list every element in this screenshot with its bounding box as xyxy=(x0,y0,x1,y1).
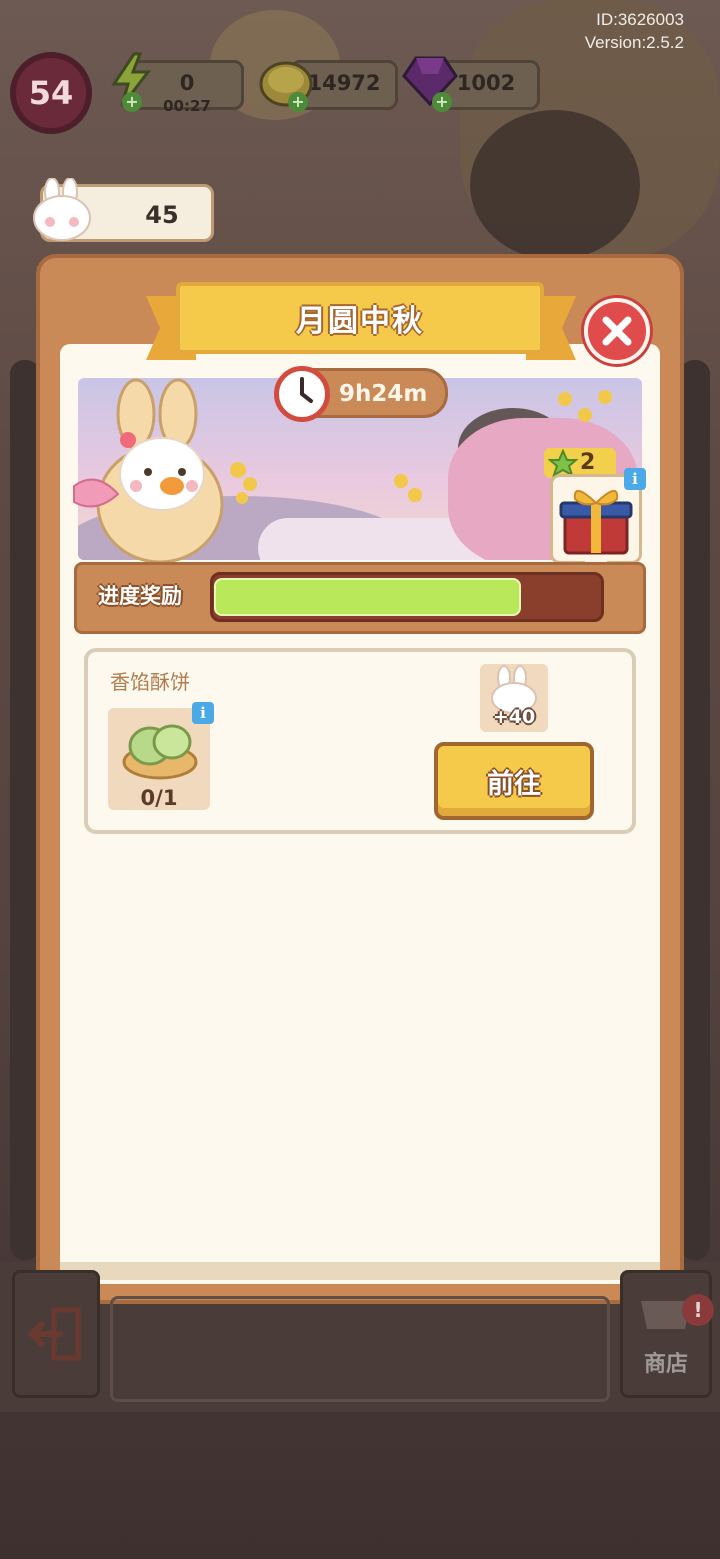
add-gems-icon[interactable]: + xyxy=(432,92,452,112)
chest-info-icon[interactable]: i xyxy=(624,468,646,490)
task-name: 香馅酥饼 xyxy=(110,670,190,694)
exit-door-icon xyxy=(27,1307,81,1361)
alert-badge: ! xyxy=(682,1294,714,1326)
shop-button[interactable] xyxy=(620,1270,712,1398)
bunny-head-icon xyxy=(30,177,96,242)
bunny-mascot-illustration xyxy=(66,374,266,566)
add-energy-icon[interactable]: + xyxy=(122,92,142,112)
task-progress: 0/1 xyxy=(140,786,178,810)
chest-star-count: 2 xyxy=(580,450,596,475)
mooncake-icon xyxy=(120,712,200,782)
clock-icon xyxy=(274,366,330,422)
event-title: 月圆中秋 xyxy=(296,304,424,339)
close-icon xyxy=(602,316,632,346)
close-button[interactable] xyxy=(584,298,650,364)
shop-label: 商店 xyxy=(643,1352,688,1377)
add-coins-icon[interactable]: + xyxy=(288,92,308,112)
version-label: Version:2.5.2 xyxy=(584,33,684,52)
level-badge[interactable]: 54 xyxy=(10,52,92,134)
progress-label: 进度奖励 xyxy=(98,584,182,608)
item-info-icon[interactable]: i xyxy=(192,702,214,724)
level-number: 54 xyxy=(28,74,74,112)
reward-amount: +40 xyxy=(492,706,536,728)
build-info: ID:3626003 Version:2.5.2 xyxy=(585,8,684,54)
go-button-label: 前往 xyxy=(487,768,541,800)
progress-fill xyxy=(214,578,521,616)
bunny-count-value: 45 xyxy=(145,201,179,229)
go-button[interactable]: 前往 xyxy=(434,742,594,820)
dialog-panel-edge xyxy=(60,1262,660,1280)
star-icon xyxy=(548,449,578,477)
bottom-bar-panel xyxy=(110,1296,610,1402)
event-title-ribbon: 月圆中秋 xyxy=(176,282,544,354)
player-id: ID:3626003 xyxy=(596,10,684,29)
time-remaining: 9h24m xyxy=(339,381,428,407)
exit-button[interactable] xyxy=(12,1270,100,1398)
